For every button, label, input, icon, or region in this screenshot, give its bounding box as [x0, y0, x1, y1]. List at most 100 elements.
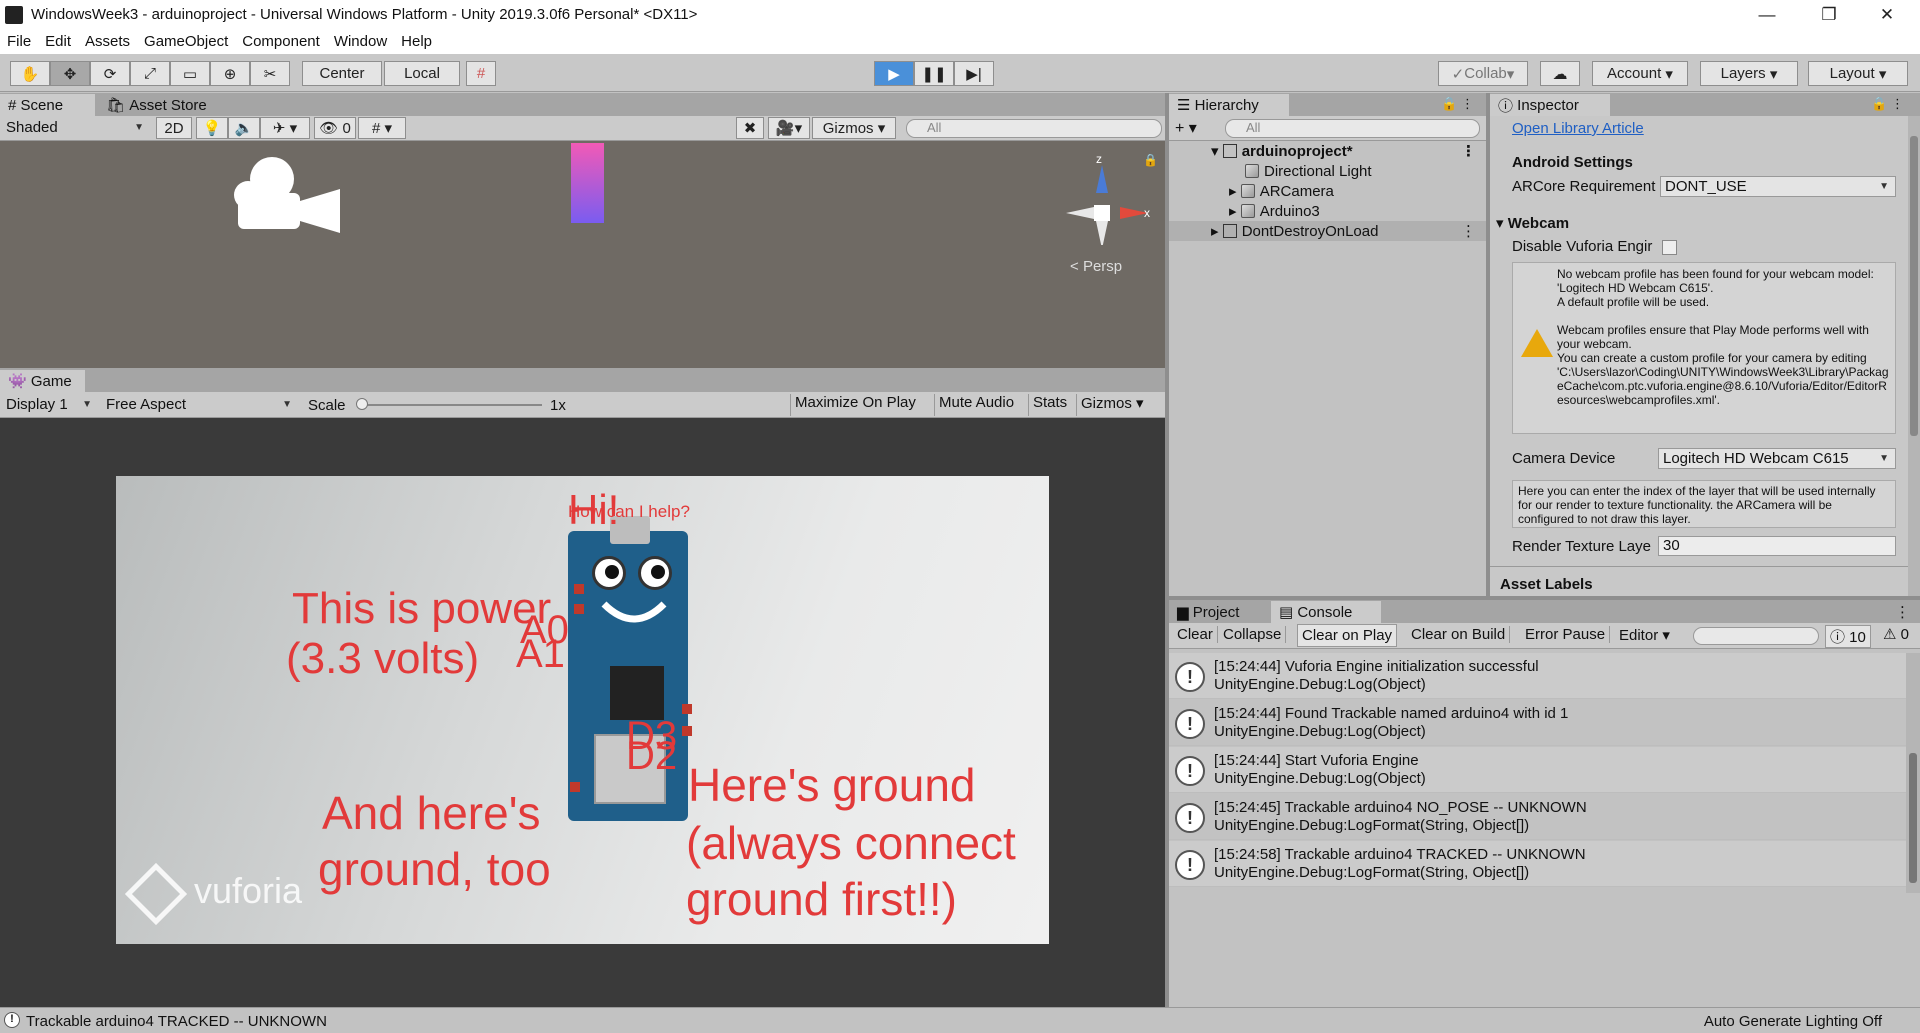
- close-button[interactable]: ✕: [1858, 0, 1916, 29]
- hidden-objects-toggle[interactable]: 👁 0: [314, 117, 356, 139]
- console-entry[interactable]: ! [15:24:44] Start Vuforia Engine UnityEng…: [1169, 747, 1920, 793]
- pause-button[interactable]: ❚❚: [914, 61, 954, 86]
- menu-file[interactable]: File: [0, 33, 38, 50]
- webcam-help-box: No webcam profile has been found for you…: [1512, 262, 1896, 434]
- arcore-dropdown[interactable]: DONT_USE: [1660, 176, 1896, 197]
- open-library-link[interactable]: Open Library Article: [1512, 120, 1644, 137]
- scale-slider-thumb[interactable]: [356, 398, 368, 410]
- console-entry[interactable]: ! [15:24:45] Trackable arduino4 NO_POSE -…: [1169, 794, 1920, 840]
- grid-icon[interactable]: # ▾: [358, 117, 406, 139]
- shading-dropdown[interactable]: Shaded: [2, 117, 150, 138]
- collapse-button[interactable]: Collapse: [1219, 626, 1287, 643]
- scrollbar-thumb[interactable]: [1909, 753, 1917, 883]
- hierarchy-item-dontdestroyonload[interactable]: ▸ DontDestroyOnLoad ⋮: [1169, 221, 1486, 241]
- game-viewport[interactable]: Hi! How can I help? This is power (3.3 v…: [0, 418, 1165, 1007]
- info-filter-toggle[interactable]: ⓘ 10: [1825, 625, 1871, 648]
- console-menu-icon[interactable]: ⋮: [1895, 603, 1910, 621]
- transform-tool-icon[interactable]: ⊕: [210, 61, 250, 86]
- kebab-icon[interactable]: ⋮: [1461, 142, 1476, 160]
- warning-filter-toggle[interactable]: ⚠ 0: [1879, 625, 1913, 643]
- rect-tool-icon[interactable]: ▭: [170, 61, 210, 86]
- layout-dropdown[interactable]: Layout ▾: [1808, 61, 1908, 86]
- menu-window[interactable]: Window: [327, 33, 394, 50]
- console-entry[interactable]: ! [15:24:44] Vuforia Engine initializatio…: [1169, 653, 1920, 699]
- tab-scene[interactable]: # Scene: [0, 94, 95, 116]
- minimize-button[interactable]: —: [1738, 0, 1796, 29]
- lighting-icon[interactable]: 💡: [196, 117, 228, 139]
- hierarchy-item-directional-light[interactable]: Directional Light: [1169, 161, 1372, 181]
- restore-button[interactable]: ❐: [1800, 0, 1858, 29]
- collab-dropdown[interactable]: ✓ Collab ▾: [1438, 61, 1528, 86]
- mute-audio-toggle[interactable]: Mute Audio: [934, 394, 1018, 416]
- console-entry[interactable]: ! [15:24:58] Trackable arduino4 TRACKED -…: [1169, 841, 1920, 887]
- hierarchy-toolbar: + ▾ All: [1169, 116, 1486, 141]
- disable-vuforia-checkbox[interactable]: [1662, 240, 1677, 255]
- cloud-icon[interactable]: ☁: [1540, 61, 1580, 86]
- tab-hierarchy[interactable]: ☰ Hierarchy: [1169, 94, 1289, 116]
- stats-toggle[interactable]: Stats: [1028, 394, 1071, 416]
- game-gizmos-dropdown[interactable]: Gizmos ▾: [1076, 394, 1148, 416]
- inspector-scrollbar[interactable]: [1908, 116, 1920, 600]
- hierarchy-search-input[interactable]: All: [1225, 119, 1480, 138]
- clear-button[interactable]: Clear: [1173, 626, 1218, 643]
- effects-icon[interactable]: ✈ ▾: [260, 117, 310, 139]
- 2d-toggle[interactable]: 2D: [156, 117, 192, 139]
- asset-labels-header[interactable]: Asset Labels: [1500, 576, 1593, 593]
- tab-asset-store[interactable]: 🛍 Asset Store: [98, 94, 215, 116]
- persp-label[interactable]: < Persp: [1070, 258, 1122, 275]
- clear-on-play-toggle[interactable]: Clear on Play: [1297, 624, 1398, 647]
- play-button[interactable]: ▶: [874, 61, 914, 86]
- editor-dropdown[interactable]: Editor ▾: [1615, 626, 1674, 644]
- grid-snap-icon[interactable]: #: [466, 61, 496, 86]
- layers-dropdown[interactable]: Layers ▾: [1700, 61, 1798, 86]
- display-dropdown[interactable]: Display 1: [2, 394, 98, 415]
- aspect-dropdown[interactable]: Free Aspect: [102, 394, 298, 415]
- account-dropdown[interactable]: Account ▾: [1592, 61, 1688, 86]
- scale-slider-track[interactable]: [362, 404, 542, 406]
- menu-gameobject[interactable]: GameObject: [137, 33, 235, 50]
- tools-icon[interactable]: ✖: [736, 117, 764, 139]
- console-scrollbar[interactable]: [1906, 653, 1920, 893]
- custom-tool-icon[interactable]: ✂: [250, 61, 290, 86]
- tab-project[interactable]: ▆ Project: [1169, 601, 1269, 623]
- step-button[interactable]: ▶|: [954, 61, 994, 86]
- orientation-gizmo-icon[interactable]: z x: [1058, 152, 1154, 249]
- camera-device-dropdown[interactable]: Logitech HD Webcam C615: [1658, 448, 1896, 469]
- render-layer-input[interactable]: 30: [1658, 536, 1896, 556]
- status-message[interactable]: Trackable arduino4 TRACKED -- UNKNOWN: [26, 1013, 327, 1030]
- webcam-header[interactable]: ▾ Webcam: [1496, 214, 1569, 232]
- scene-gizmos-dropdown[interactable]: Gizmos ▾: [812, 117, 896, 139]
- console-entry[interactable]: ! [15:24:44] Found Trackable named arduin…: [1169, 700, 1920, 746]
- hand-tool-icon[interactable]: ✋: [10, 61, 50, 86]
- hierarchy-menu-icon[interactable]: 🔒 ⋮: [1441, 96, 1474, 112]
- pivot-local-button[interactable]: Local: [384, 61, 460, 86]
- lock-icon[interactable]: 🔒: [1143, 153, 1158, 167]
- menu-edit[interactable]: Edit: [38, 33, 78, 50]
- inspector-menu-icon[interactable]: 🔒 ⋮: [1871, 96, 1904, 112]
- scene-search-input[interactable]: All: [906, 119, 1162, 138]
- status-lighting[interactable]: Auto Generate Lighting Off: [1704, 1013, 1882, 1030]
- rotate-tool-icon[interactable]: ⟳: [90, 61, 130, 86]
- scale-tool-icon[interactable]: ⤢: [130, 61, 170, 86]
- create-dropdown[interactable]: + ▾: [1175, 118, 1197, 138]
- hierarchy-item-scene[interactable]: ▾ arduinoproject* ⋮: [1169, 141, 1486, 161]
- menu-assets[interactable]: Assets: [78, 33, 137, 50]
- hierarchy-item-arduino3[interactable]: ▸ Arduino3: [1169, 201, 1320, 221]
- menu-component[interactable]: Component: [235, 33, 327, 50]
- scene-viewport[interactable]: z x 🔒 < Persp: [0, 141, 1165, 368]
- hierarchy-item-arcamera[interactable]: ▸ ARCamera: [1169, 181, 1334, 201]
- clear-on-build-button[interactable]: Clear on Build: [1407, 626, 1511, 643]
- tab-game[interactable]: 👾 Game: [0, 370, 85, 392]
- menu-help[interactable]: Help: [394, 33, 439, 50]
- pivot-center-button[interactable]: Center: [302, 61, 382, 86]
- console-search-input[interactable]: [1693, 627, 1819, 645]
- error-pause-button[interactable]: Error Pause: [1521, 626, 1611, 643]
- tab-inspector[interactable]: ⓘ Inspector: [1490, 94, 1610, 116]
- move-tool-icon[interactable]: ✥: [50, 61, 90, 86]
- tab-console[interactable]: ▤ Console: [1271, 601, 1381, 623]
- maximize-on-play-toggle[interactable]: Maximize On Play: [790, 394, 920, 416]
- scrollbar-thumb[interactable]: [1910, 136, 1918, 436]
- kebab-icon[interactable]: ⋮: [1461, 222, 1476, 240]
- camera-icon[interactable]: 🎥▾: [768, 117, 810, 139]
- audio-icon[interactable]: 🔈: [228, 117, 260, 139]
